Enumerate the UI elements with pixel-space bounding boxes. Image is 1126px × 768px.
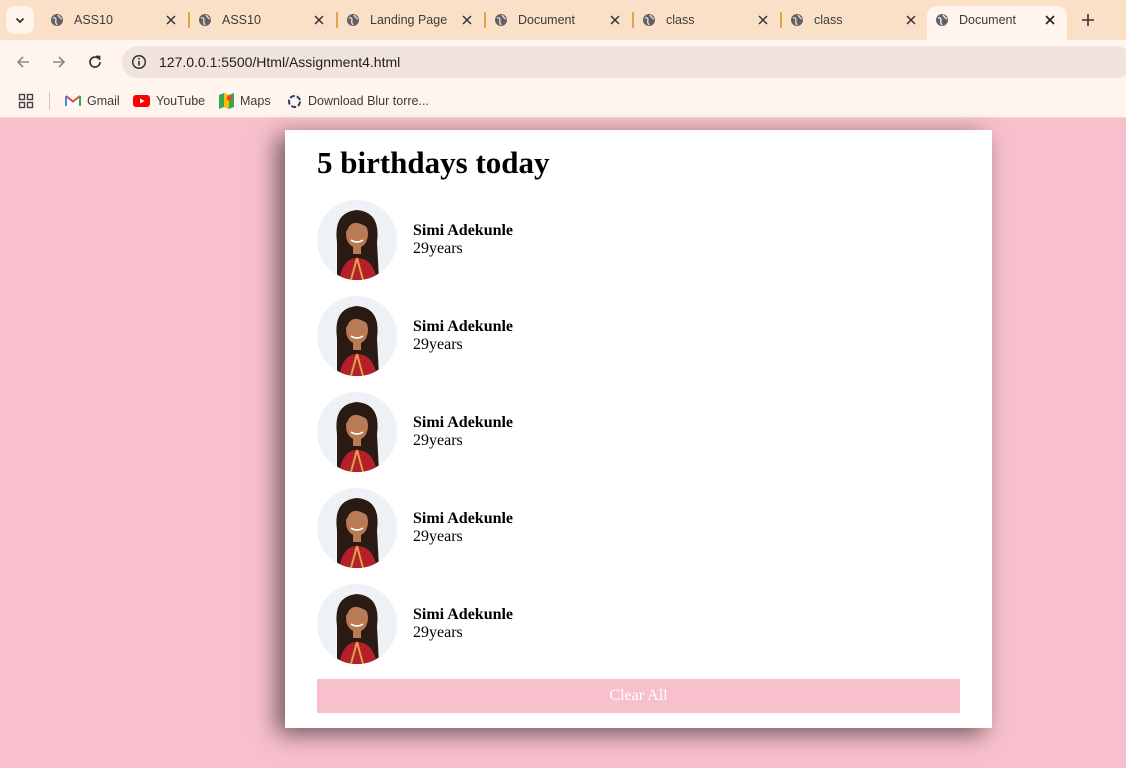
browser-toolbar: 127.0.0.1:5500/Html/Assignment4.html: [0, 40, 1126, 84]
person-name: Simi Adekunle: [413, 606, 514, 623]
avatar: [317, 584, 397, 664]
new-tab-button[interactable]: [1076, 8, 1100, 32]
blur-icon: [288, 94, 301, 108]
globe-icon: [791, 14, 803, 26]
bookmarks-divider: [49, 92, 50, 110]
tab-title: ASS10: [74, 13, 113, 27]
person-age: 29years: [413, 624, 463, 641]
close-tab-icon[interactable]: [162, 11, 180, 29]
person-item: Simi Adekunle 29years: [317, 392, 937, 472]
avatar: [317, 488, 397, 568]
person-name: Simi Adekunle: [413, 510, 514, 527]
globe-icon: [643, 14, 655, 26]
tab-class-1[interactable]: class: [634, 6, 782, 34]
bookmark-youtube[interactable]: YouTube: [133, 90, 205, 112]
tab-title: ASS10: [222, 13, 261, 27]
tab-title: class: [814, 13, 843, 27]
bookmarks-bar: Gmail YouTube Maps Download Blur torre..…: [0, 84, 1126, 118]
plus-icon: [1082, 14, 1094, 26]
page-viewport: 5 birthdays today Simi Adekunle 29years …: [0, 119, 1126, 768]
person-name: Simi Adekunle: [413, 414, 514, 431]
person-item: Simi Adekunle 29years: [317, 200, 937, 280]
bookmark-label: Download Blur torre...: [308, 94, 429, 108]
tab-document-1[interactable]: Document: [486, 6, 634, 34]
globe-icon: [495, 14, 507, 26]
person-name: Simi Adekunle: [413, 318, 514, 335]
globe-icon: [199, 14, 211, 26]
address-bar[interactable]: 127.0.0.1:5500/Html/Assignment4.html: [122, 46, 1126, 78]
globe-icon: [936, 14, 948, 26]
tab-title: class: [666, 13, 695, 27]
birthday-card: 5 birthdays today Simi Adekunle 29years …: [285, 130, 992, 728]
close-tab-icon[interactable]: [310, 11, 328, 29]
forward-button[interactable]: [47, 50, 71, 74]
tab-document-active[interactable]: Document: [927, 6, 1067, 40]
bookmark-label: Maps: [240, 94, 271, 108]
url-text: 127.0.0.1:5500/Html/Assignment4.html: [159, 54, 401, 70]
person-age: 29years: [413, 528, 463, 545]
reload-button[interactable]: [83, 50, 107, 74]
tab-ass10-2[interactable]: ASS10: [190, 6, 338, 34]
site-info-icon[interactable]: [123, 46, 155, 78]
gmail-icon: [65, 95, 81, 107]
chevron-down-icon: [15, 17, 25, 24]
page-title: 5 birthdays today: [317, 145, 550, 180]
tab-title: Document: [959, 13, 1016, 27]
tab-title: Landing Page: [370, 13, 448, 27]
close-tab-icon[interactable]: [1041, 11, 1059, 29]
globe-icon: [51, 14, 63, 26]
avatar: [317, 296, 397, 376]
apps-button[interactable]: [18, 90, 40, 112]
tab-landing-page[interactable]: Landing Page: [338, 6, 486, 34]
person-age: 29years: [413, 432, 463, 449]
reload-icon: [89, 55, 101, 68]
globe-icon: [347, 14, 359, 26]
tab-ass10-1[interactable]: ASS10: [42, 6, 190, 34]
tab-search-button[interactable]: [6, 6, 34, 34]
bookmark-blur[interactable]: Download Blur torre...: [287, 90, 429, 112]
avatar: [317, 392, 397, 472]
arrow-left-icon: [16, 56, 29, 68]
maps-icon: [219, 93, 234, 109]
youtube-icon: [133, 95, 150, 107]
bookmark-maps[interactable]: Maps: [219, 90, 271, 112]
arrow-right-icon: [53, 56, 66, 68]
close-tab-icon[interactable]: [458, 11, 476, 29]
bookmark-label: YouTube: [156, 94, 206, 108]
avatar: [317, 200, 397, 280]
close-tab-icon[interactable]: [606, 11, 624, 29]
apps-grid-icon: [18, 93, 34, 109]
person-name: Simi Adekunle: [413, 222, 514, 239]
person-age: 29years: [413, 336, 463, 353]
tab-class-2[interactable]: class: [782, 6, 928, 34]
bookmark-gmail[interactable]: Gmail: [65, 90, 120, 112]
close-tab-icon[interactable]: [902, 11, 920, 29]
back-button[interactable]: [11, 50, 35, 74]
clear-all-button[interactable]: Clear All: [317, 679, 960, 713]
bookmark-label: Gmail: [87, 94, 120, 108]
person-item: Simi Adekunle 29years: [317, 584, 937, 664]
tab-title: Document: [518, 13, 575, 27]
person-age: 29years: [413, 240, 463, 257]
person-item: Simi Adekunle 29years: [317, 296, 937, 376]
tab-strip: ASS10 ASS10 Landing Page Document class …: [0, 0, 1126, 40]
close-tab-icon[interactable]: [754, 11, 772, 29]
person-item: Simi Adekunle 29years: [317, 488, 937, 568]
